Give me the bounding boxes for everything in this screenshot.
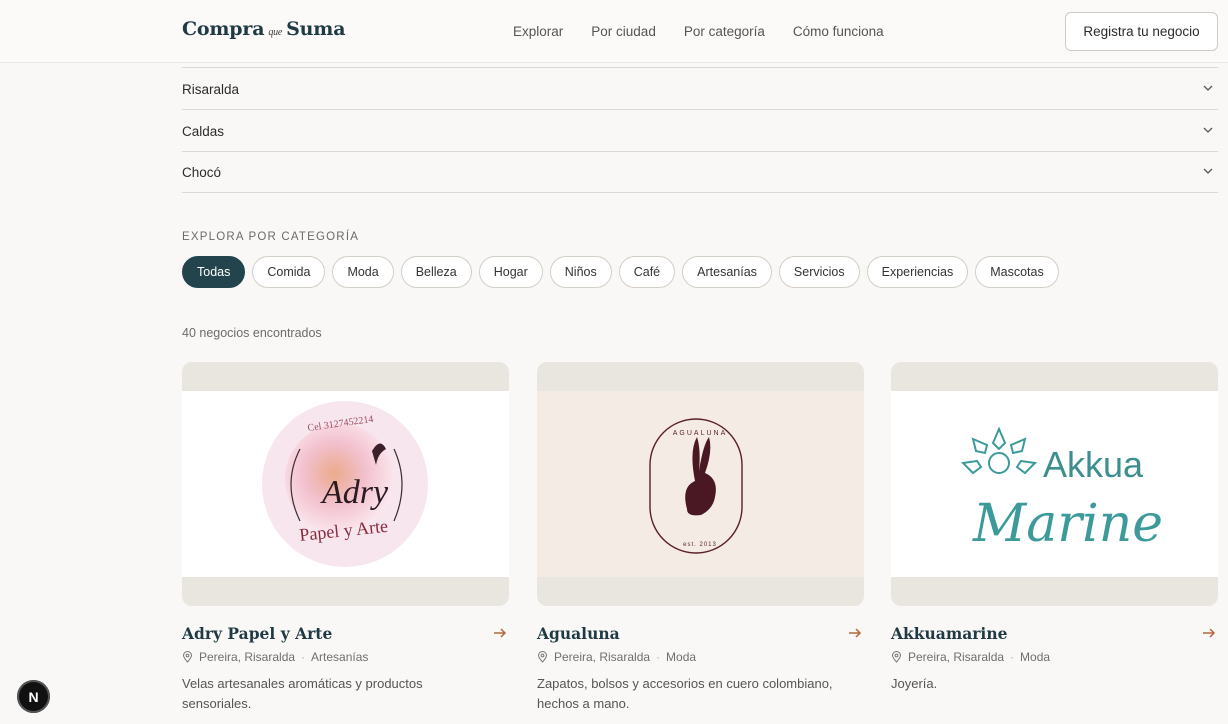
arrow-right-icon[interactable]	[848, 626, 862, 640]
business-card-agualuna[interactable]: AGUALUNA est. 2013 Agualuna Pereira, Ris…	[537, 362, 864, 711]
logo-bottom-text: est. 2013	[683, 542, 717, 548]
nav-explorar[interactable]: Explorar	[513, 24, 563, 39]
register-business-button[interactable]: Registra tu negocio	[1065, 12, 1218, 51]
business-location: Pereira, Risaralda	[554, 650, 651, 664]
main-nav: Explorar Por ciudad Por categoría Cómo f…	[513, 24, 884, 39]
business-card-akkuamarine[interactable]: Akkua Marine Akkuamarine Pereira, Risara…	[891, 362, 1218, 691]
next-dev-badge[interactable]: N	[17, 680, 50, 713]
chevron-down-icon	[1203, 168, 1213, 174]
logo-main-text: Marine	[972, 494, 1163, 554]
logo-word-compra: Compra	[182, 18, 265, 40]
nav-por-categoria[interactable]: Por categoría	[684, 24, 765, 39]
chevron-down-icon	[1203, 85, 1213, 91]
business-description: Joyería.	[891, 676, 938, 691]
chip-ninos[interactable]: Niños	[549, 256, 612, 288]
business-location: Pereira, Risaralda	[908, 650, 1005, 664]
accordion-label: Risaralda	[182, 82, 240, 97]
business-thumbnail: Cel 3127452214 Adry Papel y Arte	[182, 362, 509, 606]
arrow-right-icon[interactable]	[493, 626, 507, 640]
business-meta: Pereira, Risaralda · Moda	[891, 650, 1050, 664]
chip-belleza[interactable]: Belleza	[400, 256, 472, 288]
nav-como-funciona[interactable]: Cómo funciona	[793, 24, 884, 39]
logo-main-text: Adry	[320, 474, 389, 511]
adry-logo-image: Cel 3127452214 Adry Papel y Arte	[182, 391, 509, 577]
meta-separator: ·	[656, 650, 661, 664]
meta-separator: ·	[301, 650, 306, 664]
location-pin-icon	[891, 651, 902, 663]
nav-por-ciudad[interactable]: Por ciudad	[591, 24, 656, 39]
business-meta: Pereira, Risaralda · Moda	[537, 650, 696, 664]
chip-todas[interactable]: Todas	[182, 256, 246, 288]
category-chips: Todas Comida Moda Belleza Hogar Niños Ca…	[182, 256, 1059, 288]
chip-cafe[interactable]: Café	[618, 256, 676, 288]
results-count: 40 negocios encontrados	[182, 326, 322, 340]
business-category: Moda	[1020, 650, 1051, 664]
business-category: Moda	[666, 650, 697, 664]
accordion-item-risaralda[interactable]: Risaralda	[182, 68, 1218, 110]
meta-separator: ·	[1010, 650, 1015, 664]
logo-word-suma: Suma	[286, 18, 346, 40]
site-logo[interactable]: Compra que Suma	[182, 18, 346, 40]
business-thumbnail: Akkua Marine	[891, 362, 1218, 606]
category-section-title: EXPLORA POR CATEGORÍA	[182, 231, 360, 243]
chip-servicios[interactable]: Servicios	[778, 256, 860, 288]
chip-mascotas[interactable]: Mascotas	[975, 256, 1059, 288]
business-category: Artesanías	[311, 650, 369, 664]
business-card-adry[interactable]: Cel 3127452214 Adry Papel y Arte Adry Pa…	[182, 362, 509, 711]
business-name[interactable]: Adry Papel y Arte	[182, 624, 332, 643]
arrow-right-icon[interactable]	[1202, 626, 1216, 640]
chip-artesanias[interactable]: Artesanías	[682, 256, 772, 288]
business-description: Zapatos, bolsos y accesorios en cuero co…	[537, 676, 833, 711]
location-pin-icon	[537, 651, 548, 663]
site-header: Compra que Suma Explorar Por ciudad Por ca…	[0, 0, 1228, 63]
business-location: Pereira, Risaralda	[199, 650, 296, 664]
business-thumbnail: AGUALUNA est. 2013	[537, 362, 864, 606]
chip-comida[interactable]: Comida	[252, 256, 326, 288]
business-meta: Pereira, Risaralda · Artesanías	[182, 650, 368, 664]
logo-word-que: que	[268, 27, 283, 38]
accordion-item-caldas[interactable]: Caldas	[182, 110, 1218, 152]
business-name[interactable]: Akkuamarine	[891, 624, 1007, 643]
location-pin-icon	[182, 651, 193, 663]
accordion-label: Chocó	[182, 165, 222, 180]
accordion-label: Caldas	[182, 124, 225, 139]
chip-hogar[interactable]: Hogar	[478, 256, 543, 288]
logo-top-text: AGUALUNA	[673, 430, 728, 437]
chevron-down-icon	[1203, 127, 1213, 133]
agualuna-logo-image: AGUALUNA est. 2013	[537, 391, 864, 577]
business-name[interactable]: Agualuna	[537, 624, 620, 643]
chip-experiencias[interactable]: Experiencias	[866, 256, 969, 288]
business-description: Velas artesanales aromáticas y productos…	[182, 676, 423, 711]
chip-moda[interactable]: Moda	[332, 256, 394, 288]
akkuamarine-logo-image: Akkua Marine	[891, 391, 1218, 577]
accordion-item-choco[interactable]: Chocó	[182, 151, 1218, 193]
logo-top-text: Akkua	[1043, 444, 1144, 485]
